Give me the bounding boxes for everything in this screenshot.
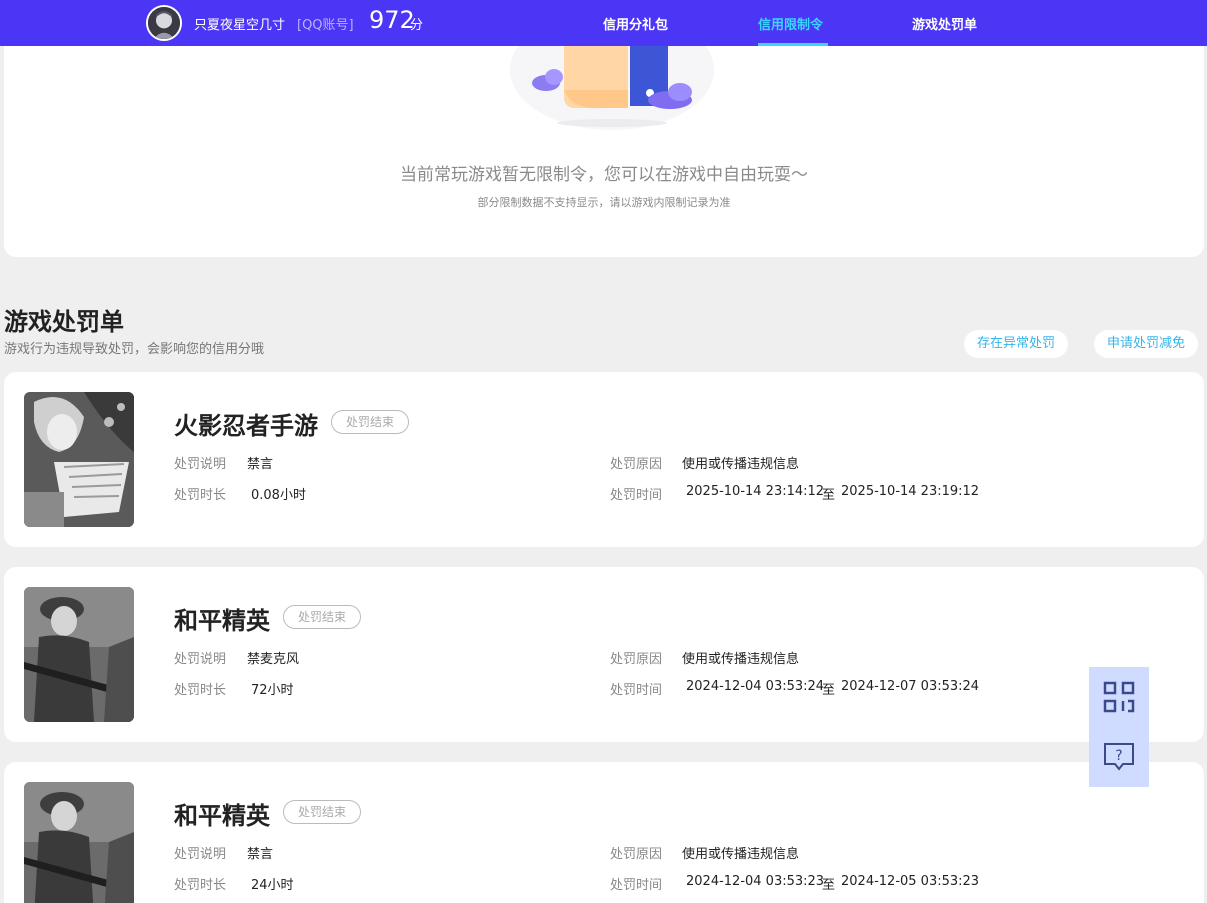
- penalty-duration-value: 0.08小时: [251, 488, 306, 503]
- restriction-card: 当前常玩游戏暂无限制令，您可以在游戏中自由玩耍～ 部分限制数据不支持显示，请以游…: [4, 30, 1204, 257]
- penalty-time-label: 处罚时间: [610, 683, 663, 698]
- penalty-time-start: 2024-12-04 03:53:24: [686, 679, 825, 694]
- penalty-time-start: 2024-12-04 03:53:23: [686, 874, 825, 889]
- qr-code-icon: [1103, 681, 1135, 713]
- penalty-time-end: 2024-12-05 03:53:23: [841, 874, 980, 889]
- penalty-reason-label: 处罚原因: [610, 847, 663, 862]
- penalty-time-end: 2024-12-07 03:53:24: [841, 679, 980, 694]
- penalty-desc-label: 处罚说明: [174, 847, 227, 862]
- penalty-section-title: 游戏处罚单: [4, 308, 124, 336]
- help-feedback-button[interactable]: ?: [1089, 727, 1149, 787]
- nav-tab-game-penalty[interactable]: 游戏处罚单: [912, 14, 977, 33]
- penalty-desc-value: 禁言: [247, 847, 274, 862]
- penalty-duration-value: 24小时: [251, 878, 294, 893]
- game-thumbnail-peacekeeper-elite: [24, 782, 134, 903]
- nav-tab-credit-restriction[interactable]: 信用限制令: [758, 14, 823, 33]
- penalty-reason-value: 使用或传播违规信息: [682, 847, 800, 862]
- penalty-desc-value: 禁麦克风: [247, 652, 300, 667]
- penalty-desc-label: 处罚说明: [174, 652, 227, 667]
- penalty-reason-value: 使用或传播违规信息: [682, 652, 800, 667]
- penalty-status-badge: 处罚结束: [283, 605, 362, 629]
- penalty-duration-value: 72小时: [251, 683, 294, 698]
- penalty-card[interactable]: 和平精英 处罚结束 处罚说明 禁麦克风 处罚时长 72小时 处罚原因 使用或传播…: [4, 567, 1204, 742]
- penalty-card[interactable]: 和平精英 处罚结束 处罚说明 禁言 处罚时长 24小时 处罚原因 使用或传播违规…: [4, 762, 1204, 903]
- penalty-card[interactable]: 火影忍者手游 处罚结束 处罚说明 禁言 处罚时长 0.08小时 处罚原因 使用或…: [4, 372, 1204, 547]
- game-name: 和平精英: [174, 607, 270, 635]
- penalty-time-label: 处罚时间: [610, 878, 663, 893]
- user-avatar[interactable]: [146, 5, 182, 41]
- penalty-status-badge: 处罚结束: [331, 410, 410, 434]
- credit-score-unit: 分: [410, 18, 424, 33]
- penalty-duration-label: 处罚时长: [174, 878, 227, 893]
- game-name: 火影忍者手游: [174, 412, 318, 440]
- help-chat-icon: ?: [1104, 743, 1134, 771]
- qr-code-button[interactable]: [1089, 667, 1149, 727]
- penalty-desc-label: 处罚说明: [174, 457, 227, 472]
- penalty-reason-label: 处罚原因: [610, 652, 663, 667]
- penalty-time-label: 处罚时间: [610, 488, 663, 503]
- nav-tab-credit-gift[interactable]: 信用分礼包: [603, 14, 668, 33]
- penalty-status-badge: 处罚结束: [283, 800, 362, 824]
- restriction-note: 部分限制数据不支持显示，请以游戏内限制记录为准: [477, 196, 731, 209]
- game-thumbnail-naruto: [24, 392, 134, 527]
- credit-score: 972: [369, 6, 415, 34]
- penalty-desc-value: 禁言: [247, 457, 274, 472]
- penalty-time-start: 2025-10-14 23:14:12: [686, 484, 825, 499]
- penalty-reason-label: 处罚原因: [610, 457, 663, 472]
- penalty-duration-label: 处罚时长: [174, 488, 227, 503]
- apply-penalty-reduction-button[interactable]: 申请处罚减免: [1094, 330, 1199, 358]
- penalty-time-separator: 至: [822, 683, 836, 698]
- penalty-time-end: 2025-10-14 23:19:12: [841, 484, 980, 499]
- nav-active-underline: [758, 43, 828, 46]
- top-nav-bar: 只夏夜星空几寸 [QQ账号] 972 分 信用分礼包 信用限制令 游戏处罚单: [0, 0, 1207, 46]
- penalty-time-separator: 至: [822, 878, 836, 893]
- help-glyph: ?: [1115, 748, 1122, 764]
- account-type: [QQ账号]: [297, 18, 354, 33]
- game-name: 和平精英: [174, 802, 270, 830]
- report-abnormal-penalty-button[interactable]: 存在异常处罚: [964, 330, 1069, 358]
- penalty-reason-value: 使用或传播违规信息: [682, 457, 800, 472]
- game-thumbnail-peacekeeper-elite: [24, 587, 134, 722]
- no-restriction-message: 当前常玩游戏暂无限制令，您可以在游戏中自由玩耍～: [400, 165, 808, 185]
- penalty-section-subtitle: 游戏行为违规导致处罚，会影响您的信用分哦: [4, 342, 265, 357]
- penalty-time-separator: 至: [822, 488, 836, 503]
- penalty-duration-label: 处罚时长: [174, 683, 227, 698]
- username: 只夏夜星空几寸: [194, 18, 286, 33]
